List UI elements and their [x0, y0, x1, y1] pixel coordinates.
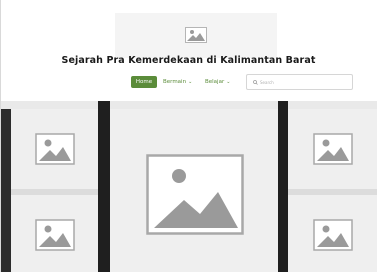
image-placeholder-icon: [35, 133, 75, 165]
gallery-tile[interactable]: [288, 195, 377, 272]
chevron-down-icon: ⌄: [226, 79, 231, 85]
search-input[interactable]: [260, 77, 348, 87]
image-placeholder-icon: [35, 219, 75, 251]
image-placeholder-icon: [313, 133, 353, 165]
gallery-divider: [98, 101, 110, 272]
gallery-tile[interactable]: [11, 109, 98, 189]
site-logo[interactable]: [115, 13, 277, 58]
page-title: Sejarah Pra Kemerdekaan di Kalimantan Ba…: [61, 55, 316, 66]
nav-item-home[interactable]: Home: [131, 76, 157, 88]
gallery-tile[interactable]: [288, 109, 377, 189]
gallery-tile[interactable]: [11, 195, 98, 272]
image-placeholder-icon: [313, 219, 353, 251]
site-header: Sejarah Pra Kemerdekaan di Kalimantan Ba…: [0, 0, 377, 101]
image-gallery: [0, 101, 377, 272]
image-placeholder-icon: [146, 154, 244, 235]
image-placeholder-icon: [185, 27, 207, 43]
gallery-divider: [278, 101, 288, 272]
gallery-tile-featured[interactable]: [110, 109, 278, 272]
search-box[interactable]: [246, 74, 353, 90]
chevron-down-icon: ⌄: [188, 79, 193, 85]
nav-item-label: Bermain: [163, 79, 187, 85]
nav-item-bermain[interactable]: Bermain ⌄: [163, 76, 192, 88]
nav-item-belajar[interactable]: Belajar ⌄: [205, 76, 230, 88]
nav-item-label: Belajar: [205, 79, 225, 85]
window-left-border: [0, 0, 1, 272]
search-icon: [253, 80, 258, 85]
gallery-edge: [0, 101, 11, 272]
gallery-top-band: [0, 101, 377, 109]
